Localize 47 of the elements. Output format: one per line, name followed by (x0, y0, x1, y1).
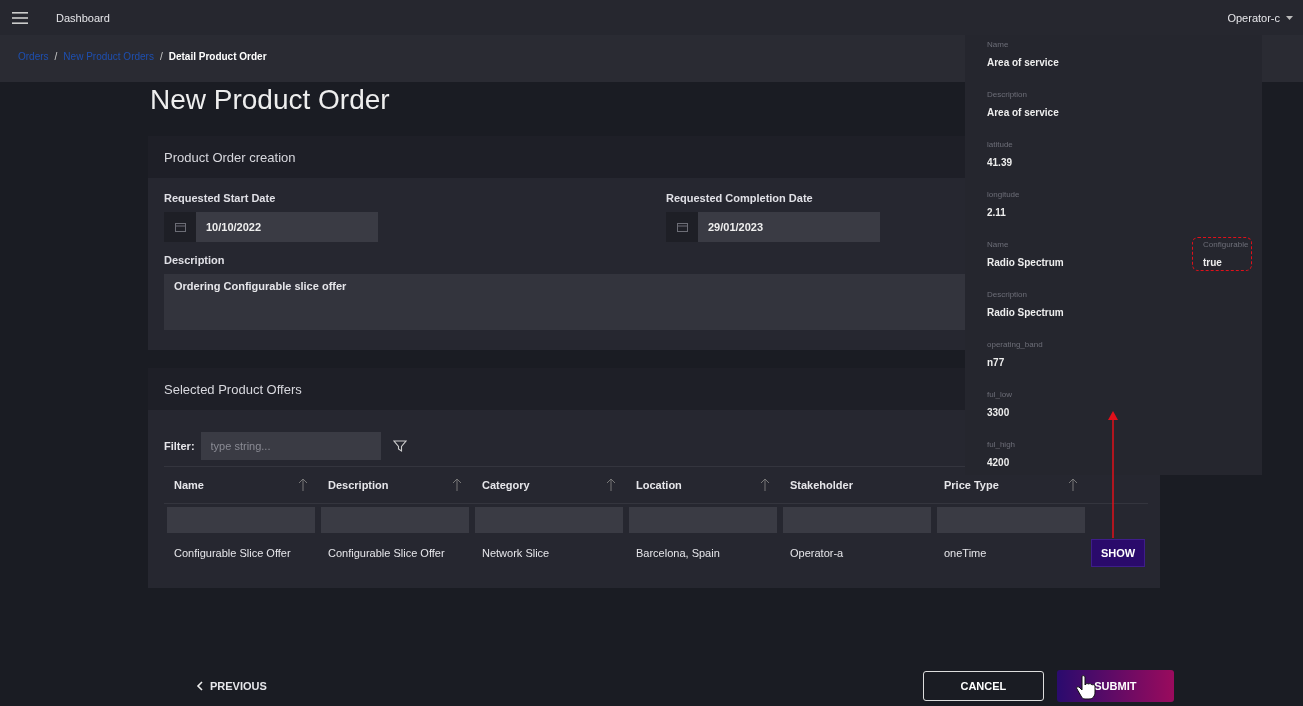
detail-value: 4200 (987, 457, 1010, 468)
detail-label: longitude (987, 190, 1020, 199)
submit-button[interactable]: SUBMIT (1056, 670, 1174, 702)
detail-value: true (1203, 257, 1222, 268)
detail-value: 2.11 (987, 207, 1006, 218)
detail-label: Description (987, 90, 1027, 99)
breadcrumb-separator: / (54, 51, 58, 62)
column-header[interactable]: Category (472, 466, 626, 504)
app-title: Dashboard (56, 11, 110, 24)
previous-button[interactable]: PREVIOUS (190, 679, 273, 693)
detail-label: Name (987, 40, 1009, 49)
detail-value: Radio Spectrum (987, 257, 1064, 268)
table-cell-text: Barcelona, Spain (635, 546, 721, 561)
filter-label: Filter: (164, 440, 195, 452)
column-header[interactable]: Location (626, 466, 780, 504)
table-cell-text: Configurable Slice Offer (327, 546, 446, 561)
detail-value: 3300 (987, 407, 1010, 418)
detail-value: 41.39 (987, 157, 1013, 168)
column-header[interactable]: Name (164, 466, 318, 504)
detail-label: latitude (987, 140, 1013, 149)
table-cell-text: Operator-a (789, 546, 845, 561)
detail-label: Name (987, 240, 1009, 249)
table-cell-text: Configurable Slice Offer (173, 546, 292, 561)
detail-label: ful_high (987, 440, 1016, 449)
section-title: Selected Product Offers (164, 381, 302, 397)
table-cell-text: oneTime (943, 546, 988, 561)
breadcrumb-separator: / (159, 51, 163, 62)
detail-label: ful_low (987, 390, 1012, 399)
detail-label: Description (987, 290, 1027, 299)
detail-value: Area of service (987, 57, 1059, 68)
field-label: Requested Completion Date (666, 192, 813, 204)
user-menu[interactable]: Operator-c (1227, 11, 1280, 24)
column-header[interactable]: Description (318, 466, 472, 504)
detail-value: Radio Spectrum (987, 307, 1064, 318)
cancel-button[interactable]: CANCEL (922, 671, 1044, 701)
column-header[interactable]: Stakeholder (780, 466, 934, 504)
table-cell-text: Network Slice (481, 546, 551, 561)
field-label: Requested Start Date (164, 192, 276, 204)
section-title: Product Order creation (164, 149, 296, 165)
detail-value: Area of service (987, 107, 1059, 118)
detail-label: Configurable (1203, 240, 1249, 249)
detail-label: operating_band (987, 340, 1043, 349)
page-title: New Product Order (150, 83, 390, 117)
show-button[interactable]: SHOW (1091, 539, 1146, 567)
detail-value: n77 (987, 357, 1005, 368)
filter-field[interactable]: type string... (200, 432, 381, 460)
field-label: Description (164, 254, 225, 266)
